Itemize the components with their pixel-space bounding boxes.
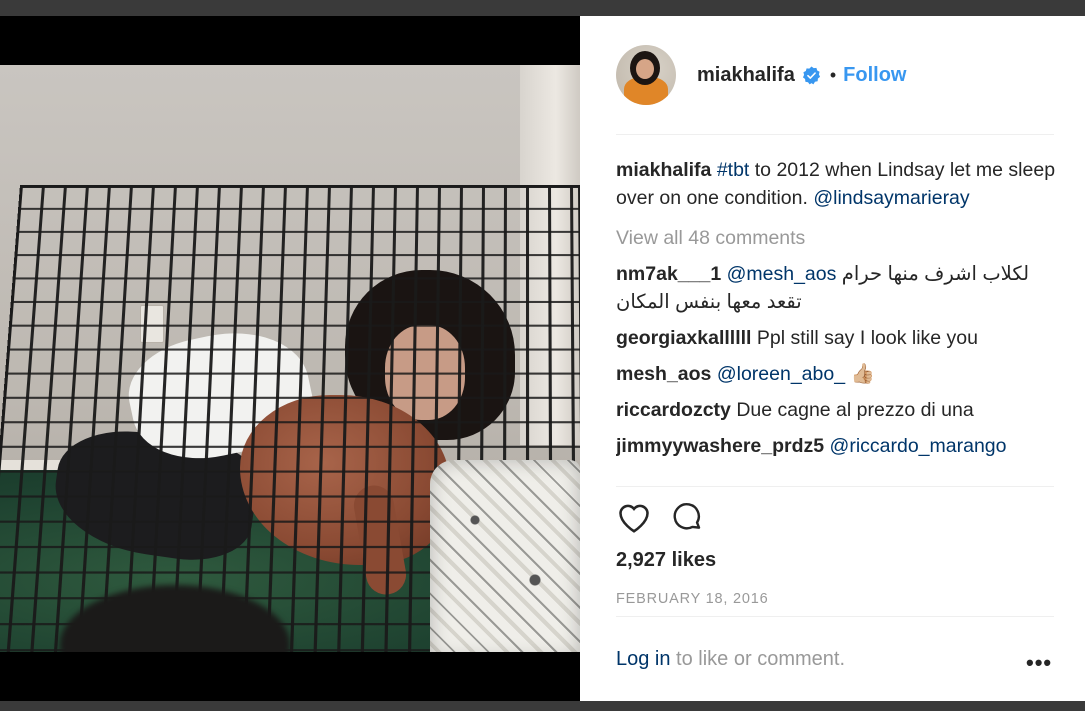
login-prompt: Log in to like or comment. <box>616 648 845 671</box>
comment-username[interactable]: mesh_aos <box>616 363 711 385</box>
view-all-comments-link[interactable]: View all 48 comments <box>616 224 1056 252</box>
follow-button[interactable]: Follow <box>843 64 906 87</box>
comment-item: georgiaxkallllll Ppl still say I look li… <box>616 324 1056 352</box>
comment-icon[interactable] <box>670 500 704 534</box>
comment-text: Ppl still say I look like you <box>756 327 978 349</box>
post-sidebar: miakhalifa • Follow miakhalifa #tbt to 2… <box>580 16 1085 701</box>
post-media[interactable] <box>0 16 580 701</box>
caption-mention[interactable]: @lindsaymarieray <box>813 187 969 209</box>
heart-icon[interactable] <box>616 500 652 534</box>
comment-text: Due cagne al prezzo di una <box>736 399 974 421</box>
comment-item: mesh_aos @loreen_abo_ 👍🏼 <box>616 360 1056 388</box>
post-header: miakhalifa • Follow <box>616 40 1056 110</box>
header-username[interactable]: miakhalifa <box>697 64 795 87</box>
header-divider <box>616 134 1054 135</box>
comments-list[interactable]: miakhalifa #tbt to 2012 when Lindsay let… <box>616 156 1056 482</box>
header-separator: • <box>829 64 837 85</box>
avatar[interactable] <box>616 45 676 105</box>
comment-username[interactable]: nm7ak___1 <box>616 263 721 285</box>
more-options-icon[interactable]: ••• <box>1026 650 1052 676</box>
post-actions <box>616 500 704 540</box>
post-container: miakhalifa • Follow miakhalifa #tbt to 2… <box>0 16 1085 701</box>
comment-item: jimmyywashere_prdz5 @riccardo_marango <box>616 432 1056 460</box>
avatar-face <box>636 59 654 79</box>
footer-divider <box>616 616 1054 617</box>
comment-item: nm7ak___1 @mesh_aos لكلاب اشرف منها حرام… <box>616 260 1056 316</box>
comment-mention[interactable]: @mesh_aos <box>727 263 837 285</box>
login-text: to like or comment. <box>670 648 846 670</box>
post-caption: miakhalifa #tbt to 2012 when Lindsay let… <box>616 156 1056 212</box>
likes-count[interactable]: 2,927 likes <box>616 549 716 572</box>
comment-username[interactable]: georgiaxkallllll <box>616 327 751 349</box>
photo-toile-pillow <box>430 460 580 652</box>
comment-mention[interactable]: @riccardo_marango <box>830 435 1007 457</box>
post-date[interactable]: FEBRUARY 18, 2016 <box>616 591 769 607</box>
caption-username[interactable]: miakhalifa <box>616 159 711 181</box>
comment-item: riccardozcty Due cagne al prezzo di una <box>616 396 1056 424</box>
page-bottom-strip <box>0 701 1085 711</box>
comment-mention[interactable]: @loreen_abo_ <box>717 363 845 385</box>
thumbs-up-emoji: 👍🏼 <box>850 363 875 385</box>
post-photo[interactable] <box>0 65 580 652</box>
comment-username[interactable]: riccardozcty <box>616 399 731 421</box>
comment-username[interactable]: jimmyywashere_prdz5 <box>616 435 824 457</box>
caption-hashtag[interactable]: #tbt <box>717 159 750 181</box>
verified-badge-icon <box>802 65 820 84</box>
login-link[interactable]: Log in <box>616 648 671 670</box>
comments-divider <box>616 486 1054 487</box>
